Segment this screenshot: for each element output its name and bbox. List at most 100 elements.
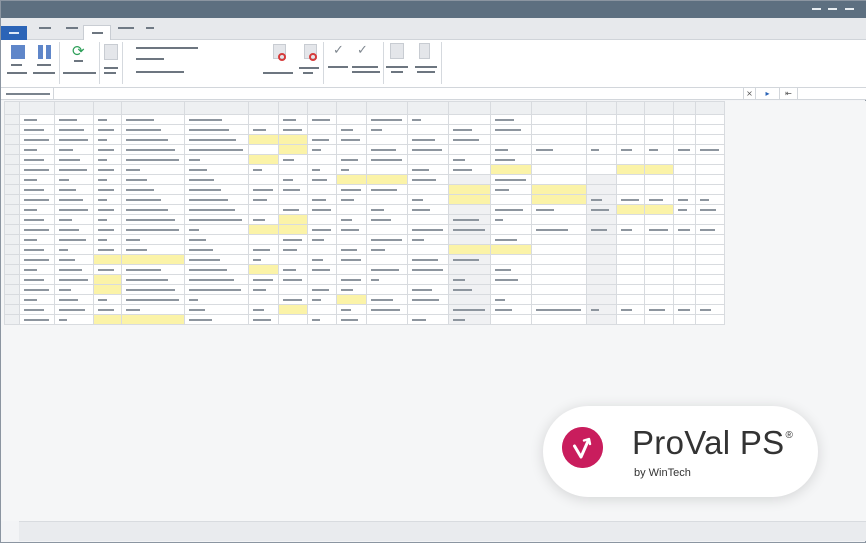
grid-cell[interactable] bbox=[19, 254, 55, 265]
column-header[interactable] bbox=[407, 101, 449, 115]
name-box[interactable] bbox=[4, 88, 54, 99]
grid-cell[interactable] bbox=[531, 144, 587, 155]
grid-cell[interactable] bbox=[93, 294, 122, 305]
tab-insert[interactable] bbox=[66, 27, 78, 29]
grid-cell[interactable] bbox=[695, 164, 725, 175]
grid-cell[interactable] bbox=[54, 284, 94, 295]
grid-cell[interactable] bbox=[366, 314, 408, 325]
grid-cell[interactable] bbox=[278, 314, 308, 325]
grid-cell[interactable] bbox=[586, 184, 617, 195]
grid-cell[interactable] bbox=[54, 144, 94, 155]
grid-cell[interactable] bbox=[448, 154, 491, 165]
grid-cell[interactable] bbox=[184, 144, 249, 155]
grid-cell[interactable] bbox=[278, 214, 308, 225]
grid-cell[interactable] bbox=[695, 144, 725, 155]
row-header[interactable] bbox=[4, 144, 20, 155]
grid-cell[interactable] bbox=[93, 224, 122, 235]
grid-cell[interactable] bbox=[307, 244, 337, 255]
grid-cell[interactable] bbox=[336, 314, 367, 325]
row-header[interactable] bbox=[4, 114, 20, 125]
grid-cell[interactable] bbox=[248, 214, 279, 225]
grid-cell[interactable] bbox=[673, 144, 696, 155]
grid-cell[interactable] bbox=[54, 124, 94, 135]
grid-cell[interactable] bbox=[448, 214, 491, 225]
grid-cell[interactable] bbox=[307, 284, 337, 295]
grid-cell[interactable] bbox=[644, 214, 674, 225]
grid-cell[interactable] bbox=[644, 234, 674, 245]
grid-cell[interactable] bbox=[531, 254, 587, 265]
check-icon[interactable]: ✓ bbox=[333, 43, 344, 58]
grid-cell[interactable] bbox=[307, 254, 337, 265]
grid-cell[interactable] bbox=[93, 234, 122, 245]
row-header[interactable] bbox=[4, 194, 20, 205]
grid-cell[interactable] bbox=[307, 234, 337, 245]
grid-cell[interactable] bbox=[19, 134, 55, 145]
grid-cell[interactable] bbox=[54, 244, 94, 255]
grid-cell[interactable] bbox=[366, 154, 408, 165]
grid-cell[interactable] bbox=[278, 254, 308, 265]
grid-cell[interactable] bbox=[121, 304, 185, 315]
grid-cell[interactable] bbox=[54, 204, 94, 215]
grid-cell[interactable] bbox=[616, 134, 645, 145]
grid-cell[interactable] bbox=[695, 244, 725, 255]
grid-cell[interactable] bbox=[54, 214, 94, 225]
grid-cell[interactable] bbox=[307, 204, 337, 215]
grid-cell[interactable] bbox=[307, 124, 337, 135]
grid-cell[interactable] bbox=[448, 294, 491, 305]
grid-cell[interactable] bbox=[184, 124, 249, 135]
grid-cell[interactable] bbox=[184, 134, 249, 145]
grid-cell[interactable] bbox=[695, 254, 725, 265]
grid-cell[interactable] bbox=[93, 214, 122, 225]
grid-cell[interactable] bbox=[644, 314, 674, 325]
grid-cell[interactable] bbox=[531, 154, 587, 165]
grid-cell[interactable] bbox=[366, 304, 408, 315]
grid-cell[interactable] bbox=[248, 274, 279, 285]
column-header[interactable] bbox=[93, 101, 122, 115]
grid-cell[interactable] bbox=[448, 284, 491, 295]
grid-cell[interactable] bbox=[184, 114, 249, 125]
grid-cell[interactable] bbox=[248, 294, 279, 305]
grid-cell[interactable] bbox=[531, 214, 587, 225]
grid-cell[interactable] bbox=[121, 154, 185, 165]
grid-cell[interactable] bbox=[336, 274, 367, 285]
grid-cell[interactable] bbox=[586, 164, 617, 175]
grid-cell[interactable] bbox=[407, 134, 449, 145]
grid-cell[interactable] bbox=[448, 244, 491, 255]
grid-cell[interactable] bbox=[490, 314, 532, 325]
check-icon[interactable]: ✓ bbox=[357, 43, 368, 58]
grid-cell[interactable] bbox=[407, 224, 449, 235]
grid-cell[interactable] bbox=[54, 184, 94, 195]
grid-cell[interactable] bbox=[93, 204, 122, 215]
row-header[interactable] bbox=[4, 184, 20, 195]
grid-cell[interactable] bbox=[184, 204, 249, 215]
grid-cell[interactable] bbox=[407, 294, 449, 305]
grid-cell[interactable] bbox=[19, 264, 55, 275]
grid-cell[interactable] bbox=[490, 134, 532, 145]
grid-cell[interactable] bbox=[93, 304, 122, 315]
grid-cell[interactable] bbox=[673, 294, 696, 305]
grid-cell[interactable] bbox=[673, 164, 696, 175]
grid-cell[interactable] bbox=[616, 234, 645, 245]
grid-cell[interactable] bbox=[278, 304, 308, 315]
grid-cell[interactable] bbox=[336, 244, 367, 255]
grid-cell[interactable] bbox=[531, 244, 587, 255]
grid-cell[interactable] bbox=[307, 294, 337, 305]
grid-cell[interactable] bbox=[531, 264, 587, 275]
grid-cell[interactable] bbox=[695, 214, 725, 225]
grid-cell[interactable] bbox=[644, 274, 674, 285]
column-header[interactable] bbox=[54, 101, 94, 115]
grid-cell[interactable] bbox=[336, 304, 367, 315]
grid-cell[interactable] bbox=[490, 244, 532, 255]
grid-cell[interactable] bbox=[184, 284, 249, 295]
grid-cell[interactable] bbox=[366, 214, 408, 225]
grid-cell[interactable] bbox=[184, 264, 249, 275]
grid-cell[interactable] bbox=[184, 314, 249, 325]
grid-cell[interactable] bbox=[531, 234, 587, 245]
grid-cell[interactable] bbox=[19, 184, 55, 195]
grid-cell[interactable] bbox=[121, 254, 185, 265]
grid-cell[interactable] bbox=[448, 264, 491, 275]
grid-cell[interactable] bbox=[490, 234, 532, 245]
grid-cell[interactable] bbox=[248, 134, 279, 145]
grid-cell[interactable] bbox=[490, 294, 532, 305]
grid-cell[interactable] bbox=[616, 274, 645, 285]
